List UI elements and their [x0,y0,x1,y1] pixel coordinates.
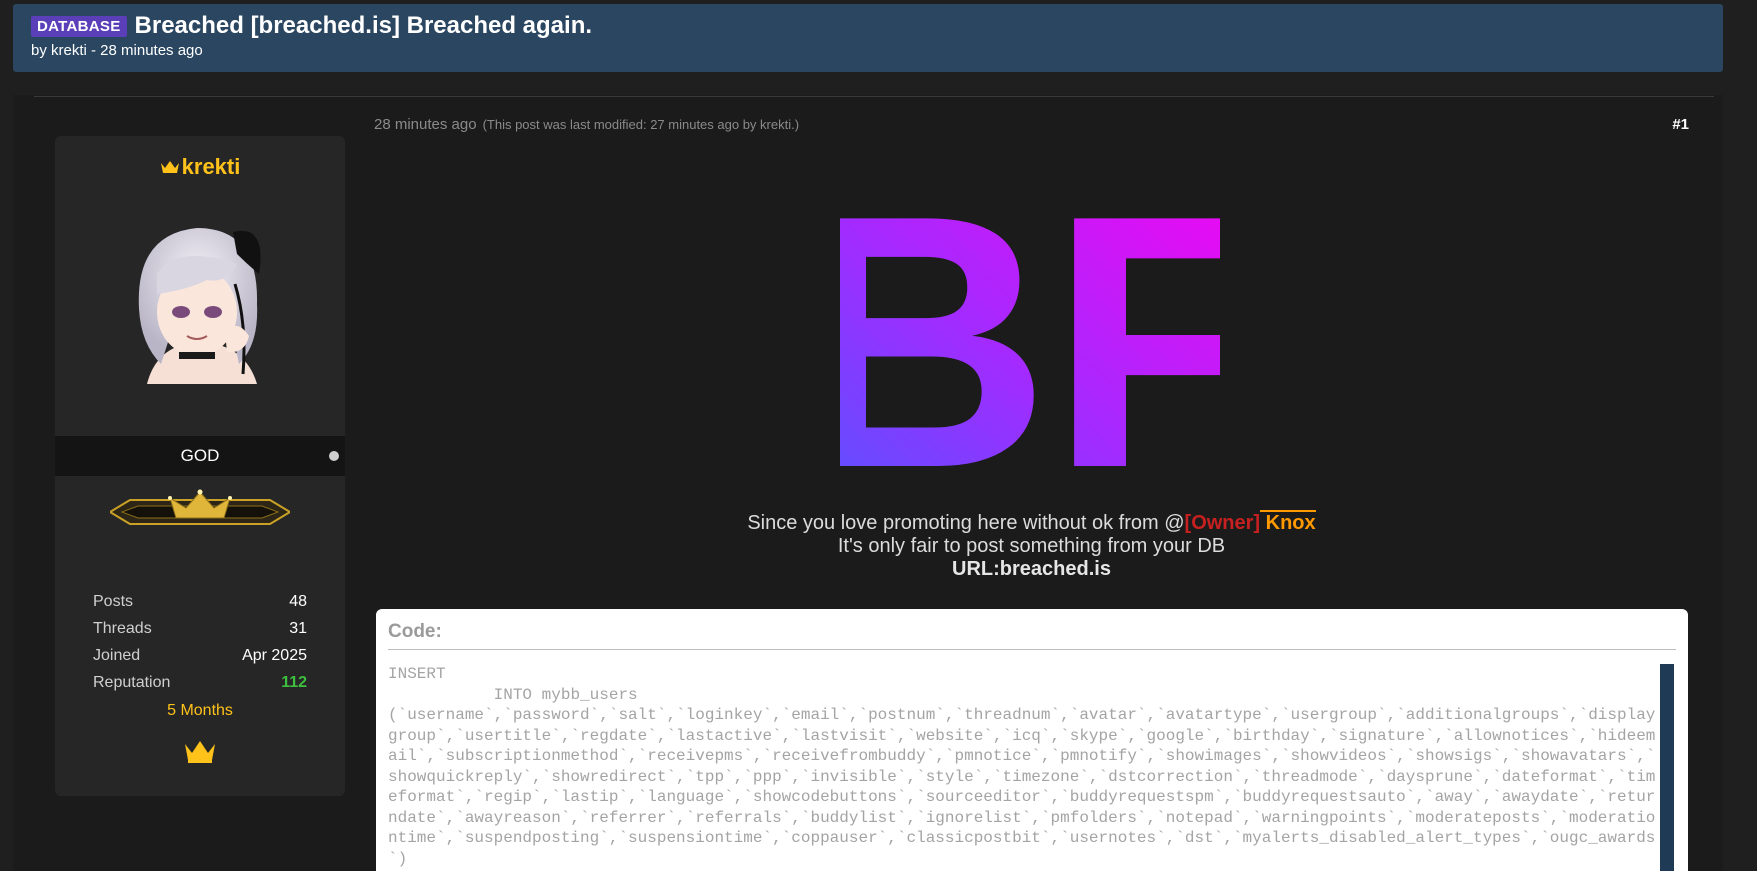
post-time[interactable]: 28 minutes ago [374,116,477,133]
membership-tenure: 5 Months [167,702,233,719]
thread-title[interactable]: Breached [breached.is] Breached again. [135,12,593,40]
author-username[interactable]: krekti [55,154,345,180]
message-text: Since you love promoting here without ok… [747,512,1185,534]
post-message: Since you love promoting here without ok… [374,510,1689,581]
code-content[interactable]: INSERT INTO mybb_users (`username`,`pass… [388,664,1658,869]
stat-value[interactable]: 31 [289,615,307,642]
mention-owner-tag[interactable]: [Owner] [1185,512,1261,534]
mention-owner-name[interactable]: Knox [1260,510,1316,534]
author-stats: Posts 48 Threads 31 Joined Apr 2025 Repu… [93,588,307,726]
stat-posts: Posts 48 [93,588,307,615]
message-line-2: It's only fair to post something from yo… [837,535,1226,557]
thread-header: DATABASE Breached [breached.is] Breached… [13,4,1723,72]
message-url-line: URL:breached.is [952,558,1111,580]
bf-logo-image: BF [840,190,1220,480]
stat-value[interactable]: 48 [289,588,307,615]
author-username-text: krekti [181,154,241,179]
post-divider [34,96,1714,97]
crown-icon [160,161,179,173]
author-panel: krekti GOD Posts 48 Threads 31 Joined Ap… [55,136,345,796]
user-rank-title: GOD [180,446,220,465]
stat-value[interactable]: 112 [281,669,307,696]
thread-byline: by krekti - 28 minutes ago [31,42,203,59]
stat-label: Reputation [93,674,171,691]
code-label: Code: [388,621,1676,650]
code-block: Code: INSERT INTO mybb_users (`username`… [376,609,1688,871]
title-row: DATABASE Breached [breached.is] Breached… [31,12,1705,40]
bf-logo-text: BF [840,190,1220,480]
stat-label: Posts [93,593,134,610]
stat-value: Apr 2025 [242,647,307,664]
stat-label: Threads [93,620,152,637]
online-status-dot [329,451,339,461]
forum-thread-page: DATABASE Breached [breached.is] Breached… [0,0,1757,871]
post-number-link[interactable]: #1 [1672,116,1689,133]
post-meta: 28 minutes ago (This post was last modifi… [374,116,799,133]
rank-banner-icon [110,489,290,525]
code-scrollbar[interactable] [1660,664,1674,871]
thread-prefix-badge[interactable]: DATABASE [31,15,127,37]
stat-reputation: Reputation 112 [93,669,307,696]
message-line-1: Since you love promoting here without ok… [374,510,1689,535]
crown-icon [185,741,215,763]
stat-label: Joined [93,647,141,664]
user-avatar[interactable] [117,214,283,384]
stat-joined: Joined Apr 2025 [93,642,307,669]
user-rank-bar: GOD [55,436,345,476]
post-modified-note: (This post was last modified: 27 minutes… [482,117,800,132]
stat-threads: Threads 31 [93,615,307,642]
